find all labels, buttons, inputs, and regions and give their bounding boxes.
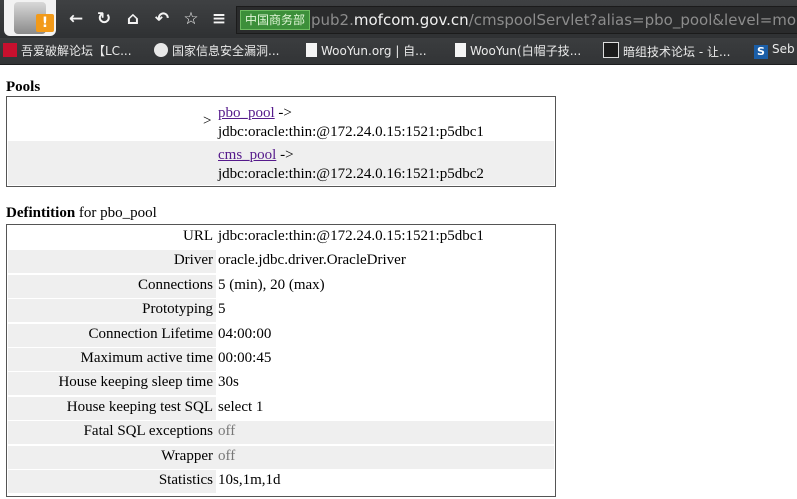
definition-row: URL jdbc:oracle:thin:@172.24.0.15:1521:p5…	[8, 226, 554, 249]
bookmarks-bar: 吾爱破解论坛【LC... 国家信息安全漏洞... WooYun.org | 自.…	[0, 38, 797, 65]
browser-toolbar: ! ← ↻ ⌂ ↶ ☆ ≡ 中国商务部 pub2.mofcom.gov.cn/c…	[0, 0, 797, 38]
definition-label: Prototyping	[142, 301, 213, 317]
page-icon	[455, 43, 466, 57]
back-arrow-icon[interactable]: ←	[66, 9, 86, 29]
definition-value: off	[218, 423, 236, 439]
bookmark-item[interactable]: WooYun.org | 自...	[306, 42, 427, 60]
bookmark-label: WooYun.org | 自...	[321, 44, 427, 58]
bookmark-item[interactable]: 国家信息安全漏洞...	[154, 42, 279, 60]
bookmark-label: 暗组技术论坛 - 让...	[623, 45, 731, 59]
address-bar[interactable]: 中国商务部 pub2.mofcom.gov.cn/cmspoolServlet?…	[236, 6, 797, 34]
pool-arrow-text: ->	[274, 105, 292, 121]
definition-row: Statistics 10s,1m,1d	[8, 470, 554, 493]
pool-arrow-text: ->	[276, 147, 294, 163]
definition-row: Wrapper off	[8, 446, 554, 469]
definition-value: jdbc:oracle:thin:@172.24.0.15:1521:p5dbc…	[218, 228, 484, 244]
definition-value: 10s,1m,1d	[218, 472, 281, 488]
definition-label: Driver	[173, 252, 213, 268]
pool-link[interactable]: cms_pool	[218, 147, 276, 163]
pool-row: > pbo_pool -> jdbc:oracle:thin:@172.24.0…	[8, 98, 554, 140]
pools-heading: Pools	[6, 79, 41, 95]
definition-value: 5 (min), 20 (max)	[218, 277, 325, 293]
bookmark-label: 国家信息安全漏洞...	[172, 44, 280, 58]
pool-cell: pbo_pool -> jdbc:oracle:thin:@172.24.0.1…	[218, 104, 484, 142]
url-prefix: pub2.	[311, 11, 354, 29]
definition-row: House keeping sleep time 30s	[8, 372, 554, 395]
url-domain: mofcom.gov.cn	[353, 11, 469, 29]
pools-table: > pbo_pool -> jdbc:oracle:thin:@172.24.0…	[6, 96, 556, 187]
definition-row: Driver oracle.jdbc.driver.OracleDriver	[8, 250, 554, 273]
definition-row: House keeping test SQL select 1	[8, 397, 554, 420]
bookmark-favicon-icon	[603, 42, 619, 58]
definition-label: House keeping sleep time	[58, 374, 213, 390]
pool-link[interactable]: pbo_pool	[218, 105, 275, 121]
selected-marker: >	[203, 113, 212, 129]
definition-subject: for pbo_pool	[75, 205, 157, 221]
pool-url: jdbc:oracle:thin:@172.24.0.15:1521:p5dbc…	[218, 124, 484, 140]
definition-label: Maximum active time	[80, 350, 213, 366]
definition-value: 5	[218, 301, 226, 317]
definition-value: select 1	[218, 399, 264, 415]
bookmark-favicon-icon	[3, 43, 17, 57]
globe-icon	[154, 43, 168, 57]
undo-icon[interactable]: ↶	[152, 9, 172, 29]
page-content: Pools > pbo_pool -> jdbc:oracle:thin:@17…	[0, 64, 797, 499]
definition-row: Connections 5 (min), 20 (max)	[8, 275, 554, 298]
definition-label: Statistics	[158, 472, 213, 488]
definition-label: Fatal SQL exceptions	[83, 423, 213, 439]
definition-value: 30s	[218, 374, 239, 390]
definition-title: Defintition	[6, 205, 76, 221]
definition-value: off	[218, 448, 236, 464]
pool-cell: cms_pool -> jdbc:oracle:thin:@172.24.0.1…	[218, 146, 484, 184]
definition-row: Maximum active time 00:00:45	[8, 348, 554, 371]
pool-url: jdbc:oracle:thin:@172.24.0.16:1521:p5dbc…	[218, 166, 484, 182]
bookmark-star-icon[interactable]: ☆	[181, 9, 201, 29]
browser-chrome: ! ← ↻ ⌂ ↶ ☆ ≡ 中国商务部 pub2.mofcom.gov.cn/c…	[0, 0, 797, 65]
home-icon[interactable]: ⌂	[123, 9, 143, 29]
pool-row: cms_pool -> jdbc:oracle:thin:@172.24.0.1…	[8, 141, 554, 185]
definition-heading: Defintition for pbo_pool	[6, 205, 157, 222]
definition-label: House keeping test SQL	[66, 399, 213, 415]
definition-row: Connection Lifetime 04:00:00	[8, 324, 554, 347]
warning-icon: !	[36, 14, 54, 32]
site-badge: 中国商务部	[240, 10, 311, 30]
definition-label: Connections	[138, 277, 213, 293]
address-url[interactable]: pub2.mofcom.gov.cn/cmspoolServlet?alias=…	[311, 9, 797, 31]
bookmark-item[interactable]: WooYun(白帽子技...	[455, 42, 581, 60]
reload-icon[interactable]: ↻	[94, 9, 114, 29]
definition-row: Fatal SQL exceptions off	[8, 421, 554, 444]
url-path: /cmspoolServlet?alias=pbo_pool&level=mor…	[468, 11, 797, 29]
bookmark-item[interactable]: S Seb	[754, 42, 795, 60]
app-icon[interactable]: !	[4, 0, 56, 36]
page-icon	[306, 43, 317, 57]
bookmark-label: WooYun(白帽子技...	[470, 44, 582, 58]
definition-label: URL	[183, 228, 213, 244]
definition-row: Prototyping 5	[8, 299, 554, 322]
definition-value: 04:00:00	[218, 326, 272, 342]
bookmark-item[interactable]: 暗组技术论坛 - 让...	[603, 42, 730, 60]
bookmark-label: 吾爱破解论坛【LC...	[21, 44, 132, 58]
definition-value: 00:00:45	[218, 350, 272, 366]
definition-label: Connection Lifetime	[88, 326, 213, 342]
bookmark-favicon-icon: S	[754, 45, 768, 59]
bookmark-item[interactable]: 吾爱破解论坛【LC...	[3, 42, 132, 60]
bookmark-label: Seb	[772, 42, 795, 56]
menu-icon[interactable]: ≡	[209, 9, 229, 29]
definition-table: URL jdbc:oracle:thin:@172.24.0.15:1521:p5…	[6, 224, 556, 497]
definition-label: Wrapper	[161, 448, 213, 464]
definition-value: oracle.jdbc.driver.OracleDriver	[218, 252, 406, 268]
